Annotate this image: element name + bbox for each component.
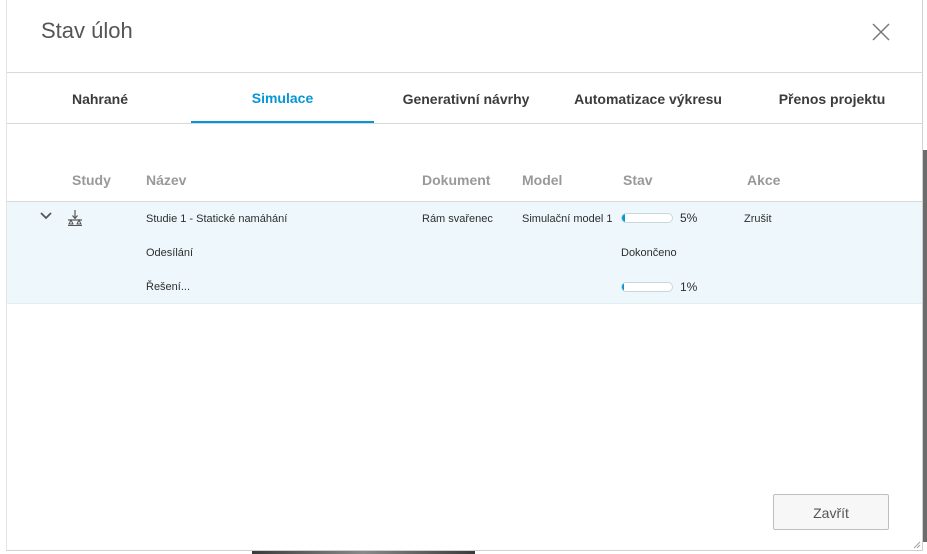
column-header-action: Akce <box>747 172 781 188</box>
subtask-name: Řešení... <box>146 281 191 293</box>
job-status-dialog: Stav úloh Nahrané Simulace Generativní n… <box>6 0 923 551</box>
chevron-down-icon[interactable] <box>39 209 53 221</box>
tab-drawing-automation[interactable]: Automatizace výkresu <box>569 73 727 123</box>
column-header-name: Název <box>146 172 187 188</box>
subtask-progress-bar <box>621 282 673 292</box>
tab-uploads[interactable]: Nahrané <box>65 73 135 123</box>
tab-generative-design[interactable]: Generativní návrhy <box>395 73 537 123</box>
dialog-title: Stav úloh <box>41 18 133 43</box>
job-name: Studie 1 - Statické namáhání <box>146 213 288 225</box>
tab-simulation[interactable]: Simulace <box>191 73 374 123</box>
subtask-progress-fill <box>622 283 624 291</box>
job-model: Simulační model 1 <box>522 213 613 225</box>
subtask-name: Odesílání <box>146 247 194 259</box>
column-header-study: Study <box>72 172 111 188</box>
tabs-divider <box>7 123 922 124</box>
column-header-model: Model <box>522 172 563 188</box>
cancel-job-link[interactable]: Zrušit <box>744 213 772 225</box>
tab-project-transfer[interactable]: Přenos projektu <box>773 73 891 123</box>
subtask-progress-label: 1% <box>680 280 698 294</box>
column-header-status: Stav <box>623 172 653 188</box>
job-document: Rám svařenec <box>422 213 493 225</box>
resize-grip-icon[interactable] <box>911 536 921 549</box>
close-button[interactable]: Zavřít <box>773 494 889 530</box>
column-header-document: Dokument <box>422 172 491 188</box>
job-progress-bar <box>621 213 673 223</box>
job-progress-fill <box>622 214 625 222</box>
subtask-status: Dokončeno <box>621 247 677 259</box>
background-edge-right <box>923 150 927 542</box>
job-progress-label: 5% <box>680 211 698 225</box>
close-icon[interactable] <box>869 20 893 44</box>
static-stress-icon <box>66 209 84 227</box>
